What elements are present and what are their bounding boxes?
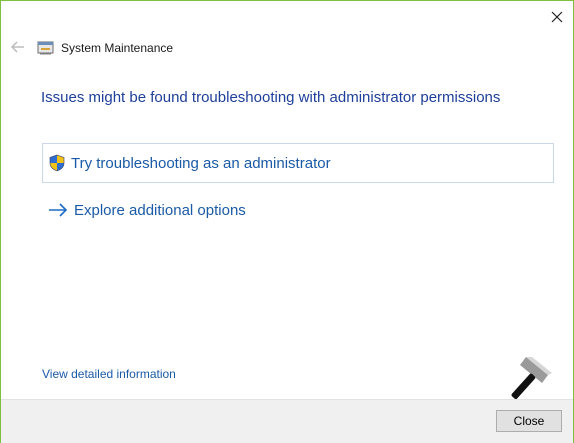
- window-title-bar: System Maintenance: [37, 39, 173, 57]
- close-button[interactable]: Close: [496, 410, 562, 432]
- window-close-button[interactable]: [545, 5, 569, 29]
- back-arrow-icon: [11, 41, 24, 53]
- run-as-admin-option[interactable]: Try troubleshooting as an administrator: [42, 143, 554, 183]
- troubleshooter-window: System Maintenance Issues might be found…: [0, 0, 574, 443]
- explore-options-label: Explore additional options: [74, 201, 246, 219]
- arrow-right-icon: [49, 203, 68, 217]
- page-heading: Issues might be found troubleshooting wi…: [41, 89, 501, 106]
- window-title: System Maintenance: [61, 41, 174, 55]
- system-maintenance-icon: [37, 41, 54, 55]
- back-button[interactable]: [9, 39, 27, 55]
- dialog-footer: [1, 399, 573, 443]
- hammer-logo-icon: [511, 357, 552, 399]
- explore-options-link[interactable]: Explore additional options: [48, 198, 246, 222]
- uac-shield-icon: [49, 154, 65, 172]
- view-detailed-information-link[interactable]: View detailed information: [42, 367, 176, 381]
- close-icon: [551, 11, 563, 23]
- run-as-admin-label: Try troubleshooting as an administrator: [71, 154, 331, 172]
